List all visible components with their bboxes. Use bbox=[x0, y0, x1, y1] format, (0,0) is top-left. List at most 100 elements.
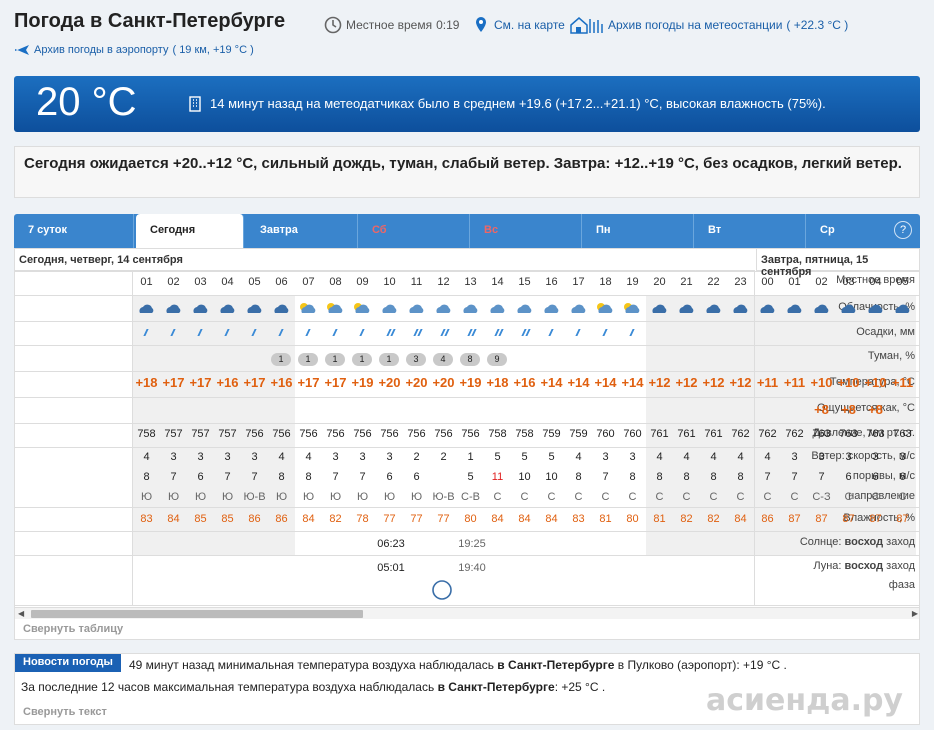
tab-sun[interactable]: Вс bbox=[470, 214, 582, 248]
gust-cell: 6 bbox=[845, 471, 852, 483]
fog-cell: 1 bbox=[271, 353, 291, 366]
hour-cell: 04 bbox=[221, 276, 234, 288]
tab-tomorrow[interactable]: Завтра bbox=[246, 214, 358, 248]
tab-sat[interactable]: Сб bbox=[358, 214, 470, 248]
airport-archive-link[interactable]: Архив погоды в аэропорту ( 19 км, +19 °C… bbox=[14, 42, 254, 58]
temp-cell: +10 bbox=[837, 375, 860, 390]
forecast-summary: Сегодня ожидается +20..+12 °С, сильный д… bbox=[14, 146, 920, 198]
gust-cell: 8 bbox=[305, 471, 312, 483]
scrollbar-thumb[interactable] bbox=[31, 610, 363, 618]
humidity-cell: 77 bbox=[383, 513, 396, 525]
humidity-cell: 81 bbox=[599, 513, 612, 525]
gust-cell: 7 bbox=[602, 471, 609, 483]
wind-direction-cell: С bbox=[628, 491, 637, 503]
temp-cell: +11 bbox=[783, 375, 806, 390]
humidity-cell: 83 bbox=[140, 513, 153, 525]
cloud-icon bbox=[544, 304, 559, 313]
hour-cell: 08 bbox=[329, 276, 342, 288]
tab-mon[interactable]: Пн bbox=[582, 214, 694, 248]
wind-direction-cell: С bbox=[682, 491, 691, 503]
wind-direction-cell: С bbox=[493, 491, 502, 503]
station-archive-link[interactable]: Архив погоды на метеостанции ( +22.3 °С … bbox=[570, 16, 848, 34]
tab-7-days[interactable]: 7 суток bbox=[14, 214, 134, 248]
hour-cell: 03 bbox=[194, 276, 207, 288]
temp-cell: +16 bbox=[513, 375, 536, 390]
gust-cell: 6 bbox=[413, 471, 420, 483]
gust-cell: 6 bbox=[197, 471, 204, 483]
pressure-cell: 756 bbox=[407, 428, 426, 440]
current-weather-banner: 20 °C 14 минут назад на метеодатчиках бы… bbox=[14, 76, 920, 132]
humidity-cell: 82 bbox=[680, 513, 693, 525]
gust-cell: 7 bbox=[764, 471, 771, 483]
wind-direction-cell: Ю bbox=[329, 491, 342, 503]
wind-speed-cell: 3 bbox=[818, 451, 825, 463]
fog-cell: 1 bbox=[298, 353, 318, 366]
hour-cell: 05 bbox=[248, 276, 261, 288]
horizontal-scrollbar[interactable]: ◀ ▶ bbox=[15, 607, 919, 619]
row-divider bbox=[15, 397, 919, 398]
partly-cloudy-icon bbox=[624, 303, 640, 313]
rain-drop-icon bbox=[629, 329, 635, 336]
partly-cloudy-icon bbox=[300, 303, 316, 313]
humidity-cell: 78 bbox=[356, 513, 369, 525]
temp-cell: +17 bbox=[243, 375, 266, 390]
rain-drop-icon bbox=[498, 329, 504, 336]
hour-cell: 23 bbox=[734, 276, 747, 288]
rain-drop-icon bbox=[305, 329, 311, 336]
wind-direction-cell: С bbox=[547, 491, 556, 503]
rain-drop-icon bbox=[390, 329, 396, 336]
cloud-icon bbox=[436, 304, 451, 313]
gust-cell: 7 bbox=[170, 471, 177, 483]
scroll-right-icon[interactable]: ▶ bbox=[912, 609, 918, 618]
local-time: Местное время 0:19 bbox=[324, 16, 459, 34]
sun-label-part: заход bbox=[883, 536, 915, 548]
pressure-cell: 762 bbox=[785, 428, 804, 440]
humidity-cell: 77 bbox=[410, 513, 423, 525]
gust-cell: 10 bbox=[518, 471, 531, 483]
pressure-cell: 763 bbox=[893, 428, 912, 440]
humidity-cell: 87 bbox=[896, 513, 909, 525]
humidity-cell: 80 bbox=[464, 513, 477, 525]
wind-speed-cell: 3 bbox=[899, 451, 906, 463]
humidity-cell: 84 bbox=[734, 513, 747, 525]
wind-speed-cell: 5 bbox=[521, 451, 528, 463]
night-cloud-icon bbox=[139, 304, 154, 313]
map-link[interactable]: См. на карте bbox=[472, 16, 565, 34]
temp-cell: +18 bbox=[135, 375, 158, 390]
map-pin-icon bbox=[476, 17, 486, 32]
gust-cell: 7 bbox=[251, 471, 258, 483]
humidity-cell: 84 bbox=[302, 513, 315, 525]
collapse-table-button[interactable]: Свернуть таблицу bbox=[23, 623, 123, 635]
tab-tue[interactable]: Вт bbox=[694, 214, 806, 248]
gust-cell: 7 bbox=[818, 471, 825, 483]
temp-cell: +16 bbox=[270, 375, 293, 390]
sun-label-part: восход bbox=[841, 536, 884, 548]
wind-speed-cell: 3 bbox=[872, 451, 879, 463]
hour-cell: 07 bbox=[302, 276, 315, 288]
cloud-icon bbox=[517, 304, 532, 313]
humidity-cell: 87 bbox=[869, 513, 882, 525]
help-icon[interactable]: ? bbox=[894, 221, 912, 239]
hour-cell: 11 bbox=[410, 276, 423, 288]
partly-cloudy-icon bbox=[597, 303, 613, 313]
pressure-cell: 759 bbox=[569, 428, 588, 440]
wind-speed-cell: 3 bbox=[629, 451, 636, 463]
wind-direction-cell: Ю bbox=[383, 491, 396, 503]
humidity-cell: 86 bbox=[248, 513, 261, 525]
gust-cell: 7 bbox=[224, 471, 231, 483]
temp-cell: +12 bbox=[648, 375, 671, 390]
temp-cell: +12 bbox=[702, 375, 725, 390]
temp-cell: +14 bbox=[594, 375, 617, 390]
tab-today[interactable]: Сегодня bbox=[136, 214, 244, 248]
news-line-2: За последние 12 часов максимальная темпе… bbox=[21, 680, 606, 694]
moon-set-time: 19:40 bbox=[458, 562, 486, 574]
pressure-cell: 759 bbox=[542, 428, 561, 440]
scroll-left-icon[interactable]: ◀ bbox=[18, 609, 24, 618]
humidity-cell: 84 bbox=[167, 513, 180, 525]
wind-direction-cell: С bbox=[898, 491, 907, 503]
cloud-icon bbox=[490, 304, 505, 313]
collapse-text-button[interactable]: Свернуть текст bbox=[23, 706, 107, 718]
wind-speed-cell: 4 bbox=[764, 451, 771, 463]
pressure-cell: 757 bbox=[191, 428, 210, 440]
temp-cell: +11 bbox=[891, 375, 914, 390]
